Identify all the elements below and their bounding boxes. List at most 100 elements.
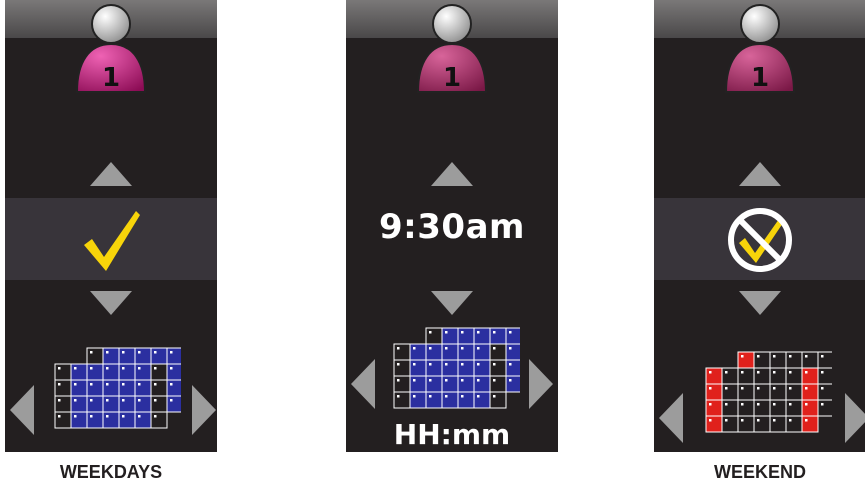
calendar-day-dot [138, 415, 141, 418]
calendar-day-cell [86, 379, 104, 397]
calendar-day-dot [445, 331, 448, 334]
calendar-day-cell [134, 347, 152, 365]
calendar-day-cell [473, 359, 491, 377]
calendar-day-dot [122, 383, 125, 386]
calendar-day-cell [473, 375, 491, 393]
left-arrow-icon[interactable] [350, 358, 376, 410]
calendar-day-cell [457, 343, 475, 361]
user-avatar-icon[interactable]: 1 [720, 0, 800, 94]
calendar-day-dot [709, 403, 712, 406]
calendar-grid-icon [393, 327, 520, 409]
calendar-day-cell [393, 391, 411, 409]
calendar-day-dot [90, 351, 93, 354]
calendar-day-cell [753, 383, 771, 401]
calendar-day-dot [138, 367, 141, 370]
calendar-day-cell [705, 367, 723, 385]
calendar-day-dot [493, 395, 496, 398]
calendar-day-cell [753, 399, 771, 417]
calendar-day-dot [170, 367, 173, 370]
calendar-day-cell [817, 399, 832, 417]
calendar-day-dot [805, 387, 808, 390]
calendar-day-dot [741, 419, 744, 422]
calendar-day-cell [102, 379, 120, 397]
calendar-day-dot [445, 347, 448, 350]
user-avatar-icon[interactable]: 1 [412, 0, 492, 94]
right-arrow-icon[interactable] [528, 358, 554, 410]
calendar-day-dot [709, 387, 712, 390]
calendar-day-dot [90, 415, 93, 418]
calendar-day-dot [789, 371, 792, 374]
calendar-day-cell [785, 351, 803, 369]
time-panel: 1 9:30am HH:mm [346, 0, 558, 452]
calendar-day-dot [429, 347, 432, 350]
calendar-day-cell [425, 343, 443, 361]
calendar-day-cell [473, 391, 491, 409]
up-arrow-icon[interactable] [89, 161, 133, 187]
calendar-day-cell [409, 375, 427, 393]
down-arrow-icon[interactable] [430, 290, 474, 316]
calendar-day-cell [817, 367, 832, 385]
calendar-day-dot [725, 403, 728, 406]
down-arrow-icon[interactable] [738, 290, 782, 316]
calendar-day-dot [397, 395, 400, 398]
calendar-day-dot [122, 367, 125, 370]
calendar-day-cell [70, 411, 88, 429]
calendar-day-dot [429, 379, 432, 382]
calendar-day-cell [801, 383, 819, 401]
calendar-day-dot [477, 395, 480, 398]
user-number: 1 [751, 63, 769, 93]
calendar-day-cell [737, 415, 755, 433]
calendar-day-cell [102, 411, 120, 429]
calendar-day-cell [118, 395, 136, 413]
calendar-day-cell [737, 383, 755, 401]
calendar-day-dot [773, 419, 776, 422]
calendar-day-cell [102, 347, 120, 365]
calendar-day-cell [721, 383, 739, 401]
calendar-day-dot [397, 363, 400, 366]
right-arrow-icon[interactable] [844, 392, 865, 444]
calendar-day-dot [757, 403, 760, 406]
calendar-day-dot [741, 355, 744, 358]
calendar-day-dot [58, 383, 61, 386]
user-avatar-icon[interactable]: 1 [71, 0, 151, 94]
calendar-day-dot [138, 399, 141, 402]
calendar-day-dot [122, 351, 125, 354]
left-arrow-icon[interactable] [658, 392, 684, 444]
calendar-day-dot [477, 331, 480, 334]
calendar-day-dot [773, 371, 776, 374]
down-arrow-icon[interactable] [89, 290, 133, 316]
calendar-day-dot [805, 355, 808, 358]
calendar-day-dot [789, 403, 792, 406]
calendar-day-dot [413, 347, 416, 350]
calendar-day-dot [757, 355, 760, 358]
calendar-day-cell [118, 347, 136, 365]
left-arrow-icon[interactable] [9, 384, 35, 436]
calendar-day-cell [457, 327, 475, 345]
calendar-day-cell [118, 411, 136, 429]
calendar-day-dot [106, 367, 109, 370]
calendar-day-dot [74, 367, 77, 370]
calendar-day-dot [461, 331, 464, 334]
up-arrow-icon[interactable] [430, 161, 474, 187]
calendar-day-dot [445, 395, 448, 398]
calendar-day-dot [805, 419, 808, 422]
calendar-day-dot [461, 379, 464, 382]
calendar-day-dot [122, 399, 125, 402]
calendar-day-cell [737, 351, 755, 369]
calendar-day-dot [789, 355, 792, 358]
calendar-day-dot [58, 415, 61, 418]
calendar-day-dot [725, 371, 728, 374]
calendar-day-cell [753, 367, 771, 385]
calendar-day-cell [769, 383, 787, 401]
right-arrow-icon[interactable] [191, 384, 217, 436]
calendar-day-dot [461, 363, 464, 366]
calendar-grid-icon [705, 351, 832, 433]
calendar-day-cell [801, 415, 819, 433]
calendar-day-cell [86, 395, 104, 413]
calendar-day-cell [54, 363, 72, 381]
up-arrow-icon[interactable] [738, 161, 782, 187]
calendar-day-dot [170, 383, 173, 386]
calendar-day-cell [118, 363, 136, 381]
calendar-day-dot [757, 419, 760, 422]
calendar-day-cell [801, 351, 819, 369]
